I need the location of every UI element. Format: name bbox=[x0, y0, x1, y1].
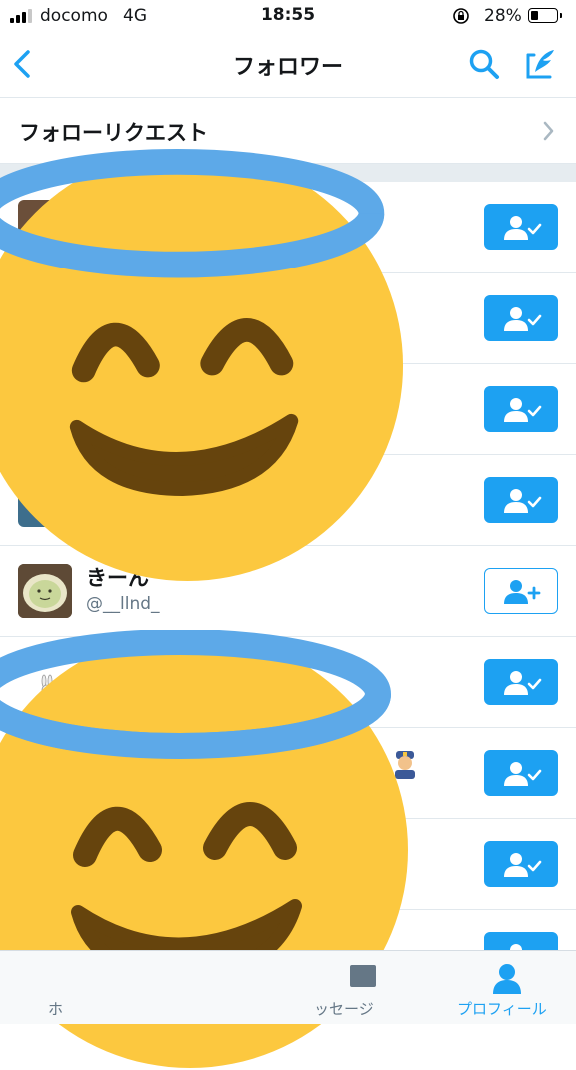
following-button[interactable] bbox=[484, 477, 558, 523]
user-check-icon bbox=[504, 853, 542, 877]
user-check-icon bbox=[504, 671, 542, 695]
orientation-lock-icon bbox=[453, 8, 469, 24]
following-button[interactable] bbox=[484, 295, 558, 341]
following-button[interactable] bbox=[484, 750, 558, 796]
follower-row[interactable] bbox=[0, 364, 576, 455]
chevron-right-icon bbox=[543, 121, 554, 141]
search-icon[interactable] bbox=[466, 46, 502, 82]
follower-row[interactable] bbox=[0, 182, 576, 273]
tab-home-label: ホ bbox=[48, 1000, 64, 1018]
avatar bbox=[18, 200, 72, 254]
avatar bbox=[18, 382, 72, 436]
avatar bbox=[18, 746, 72, 800]
follower-row[interactable] bbox=[0, 273, 576, 364]
avatar-image bbox=[18, 564, 72, 618]
avatar bbox=[18, 564, 72, 618]
follow-request-label: フォローリクエスト bbox=[19, 121, 208, 145]
following-button[interactable] bbox=[484, 386, 558, 432]
tab-bar: ホ ッセージ プロフィール bbox=[0, 950, 576, 1024]
user-check-icon bbox=[504, 489, 542, 513]
status-bar: docomo 4G 18:55 28% bbox=[0, 0, 576, 34]
following-button[interactable] bbox=[484, 659, 558, 705]
user-check-icon bbox=[504, 307, 542, 331]
tab-messages-label: ッセージ bbox=[314, 1000, 374, 1018]
user-plus-icon bbox=[504, 580, 541, 604]
chevron-left-icon[interactable] bbox=[6, 44, 40, 84]
bunny-emoji bbox=[41, 674, 53, 696]
follower-row[interactable] bbox=[0, 819, 576, 910]
follow-request-row[interactable]: フォローリクエスト bbox=[0, 98, 576, 164]
battery-percent: 28% bbox=[484, 6, 522, 26]
battery-icon bbox=[528, 8, 562, 23]
following-button[interactable] bbox=[484, 841, 558, 887]
section-divider bbox=[0, 164, 576, 182]
tab-profile[interactable]: プロフィール bbox=[452, 951, 562, 1025]
avatar bbox=[18, 837, 72, 891]
tab-home[interactable]: ホ bbox=[40, 951, 100, 1025]
avatar bbox=[18, 291, 72, 345]
user-check-icon bbox=[504, 216, 542, 240]
police-officer-emoji bbox=[395, 751, 415, 779]
tab-messages[interactable]: ッセージ bbox=[300, 951, 420, 1025]
avatar bbox=[18, 473, 72, 527]
follower-row[interactable] bbox=[0, 728, 576, 819]
follower-row[interactable] bbox=[0, 455, 576, 546]
follower-name: きーん bbox=[86, 566, 149, 590]
follower-row[interactable] bbox=[0, 637, 576, 728]
envelope-icon bbox=[350, 965, 376, 987]
user-check-icon bbox=[504, 398, 542, 422]
tab-profile-label: プロフィール bbox=[457, 1000, 547, 1018]
nav-bar: フォロワー bbox=[0, 34, 576, 98]
add-follow-icon[interactable] bbox=[523, 46, 559, 82]
profile-icon bbox=[493, 964, 521, 994]
battery-level bbox=[531, 11, 538, 20]
follow-button[interactable] bbox=[484, 568, 558, 614]
follower-handle: @__llnd_ bbox=[86, 594, 160, 614]
follower-row[interactable]: きーん @__llnd_ bbox=[0, 546, 576, 637]
following-button[interactable] bbox=[484, 204, 558, 250]
user-check-icon bbox=[504, 762, 542, 786]
follower-list: きーん @__llnd_ bbox=[0, 182, 576, 1001]
